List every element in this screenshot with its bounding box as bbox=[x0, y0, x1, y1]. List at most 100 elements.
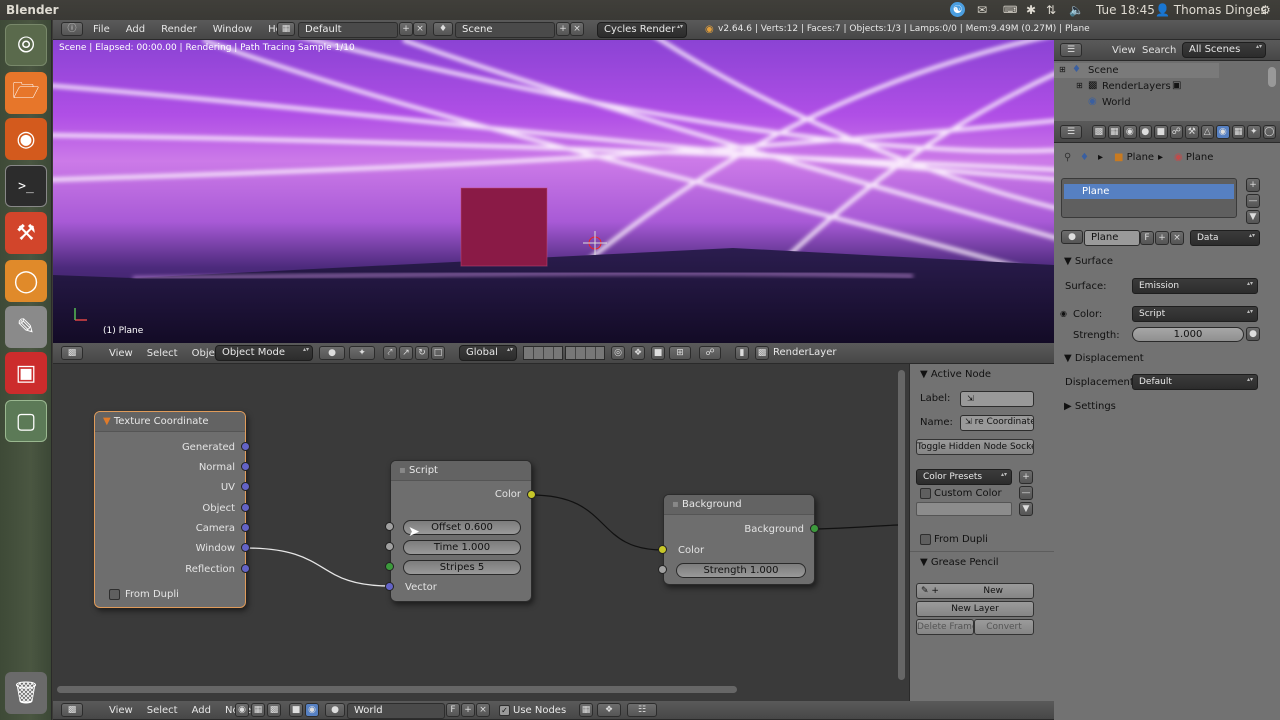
offset-slider[interactable]: Offset 0.600 bbox=[403, 520, 521, 535]
workspace-switcher-icon[interactable]: ▢ bbox=[5, 400, 47, 442]
new-grease-button[interactable]: ✎ + New bbox=[916, 583, 1034, 599]
background-node-header[interactable]: ▪ Background bbox=[664, 495, 814, 515]
toggle-hidden-sockets-button[interactable]: Toggle Hidden Node Sockets bbox=[916, 439, 1034, 455]
settings-icon[interactable]: ⚒ bbox=[5, 212, 47, 254]
copy-paste-icon[interactable]: ☷ bbox=[627, 703, 657, 717]
surface-panel-header[interactable]: ▼ Surface bbox=[1064, 256, 1113, 267]
new-layer-button[interactable]: New Layer bbox=[916, 601, 1034, 617]
custom-color-swatch[interactable] bbox=[916, 502, 1012, 516]
add-material-icon[interactable]: + bbox=[1155, 231, 1169, 245]
socket-generated[interactable] bbox=[241, 442, 250, 451]
surface-shader-dropdown[interactable]: Emission bbox=[1132, 278, 1258, 294]
mail-icon[interactable]: ✉ bbox=[977, 3, 987, 17]
snap-target-icon[interactable]: ⊞ bbox=[669, 346, 691, 360]
preset-menu-icon[interactable]: ▼ bbox=[1019, 502, 1033, 516]
constraints-tab-icon[interactable]: ☍ bbox=[1169, 125, 1183, 139]
text-editor-icon[interactable]: ✎ bbox=[5, 306, 47, 348]
outliner-world[interactable]: World bbox=[1102, 97, 1131, 108]
outliner-row[interactable]: ◉ World bbox=[1054, 95, 1219, 110]
strength-field[interactable]: 1.000 bbox=[1132, 327, 1244, 342]
socket-object[interactable] bbox=[241, 503, 250, 512]
world-shader-icon[interactable]: ◉ bbox=[305, 703, 319, 717]
outliner-display-dropdown[interactable]: All Scenes bbox=[1182, 42, 1266, 58]
socket-color-in[interactable] bbox=[658, 545, 667, 554]
compositing-tree-icon[interactable]: ▦ bbox=[251, 703, 265, 717]
socket-time-in[interactable] bbox=[385, 542, 394, 551]
user-menu[interactable]: 👤 Thomas Dinges bbox=[1155, 3, 1267, 17]
snap-node-icon[interactable]: ❖ bbox=[597, 703, 621, 717]
material-fake-user-button[interactable]: F bbox=[1140, 231, 1154, 245]
menu-add[interactable]: Add bbox=[126, 24, 145, 35]
from-dupli-checkbox[interactable] bbox=[109, 589, 120, 600]
pivot-point-icon[interactable]: ✦ bbox=[349, 346, 375, 360]
outliner-scrollbar[interactable] bbox=[1268, 67, 1276, 87]
from-dupli-panel-checkbox[interactable] bbox=[920, 534, 931, 545]
vertical-scrollbar[interactable] bbox=[898, 370, 905, 680]
displacement-dropdown[interactable]: Default bbox=[1132, 374, 1258, 390]
render-layer-icon[interactable]: ▩ bbox=[755, 346, 769, 360]
horizontal-scrollbar[interactable] bbox=[57, 686, 737, 693]
snap-icon[interactable]: ❖ bbox=[631, 346, 645, 360]
physics-tab-icon[interactable]: ◯ bbox=[1262, 125, 1276, 139]
bluetooth-icon[interactable]: ✱ bbox=[1026, 3, 1036, 17]
remove-screen-icon[interactable]: × bbox=[413, 22, 427, 36]
remove-material-slot-icon[interactable]: — bbox=[1246, 194, 1260, 208]
menu-add[interactable]: Add bbox=[192, 705, 211, 716]
expand-icon[interactable]: ⊞ bbox=[1076, 81, 1083, 90]
translate-icon[interactable]: ↗ bbox=[399, 346, 413, 360]
name-input[interactable]: ⇲ re Coordinate bbox=[960, 415, 1034, 431]
socket-strength-in[interactable] bbox=[658, 565, 667, 574]
socket-offset-in[interactable] bbox=[385, 522, 394, 531]
script-node-header[interactable]: ▪ Script bbox=[391, 461, 531, 481]
socket-script-color-out[interactable] bbox=[527, 490, 536, 499]
scene-layers-grid[interactable] bbox=[523, 346, 563, 360]
material-tab-icon[interactable]: ◉ bbox=[1216, 125, 1230, 139]
convert-button[interactable]: Convert bbox=[974, 619, 1034, 635]
outliner-row[interactable]: ⊞ ▩ RenderLayers ▣ bbox=[1054, 79, 1219, 94]
viewport-shading-icon[interactable]: ● bbox=[319, 346, 345, 360]
delete-frame-button[interactable]: Delete Frame bbox=[916, 619, 974, 635]
menu-view[interactable]: View bbox=[109, 348, 133, 359]
scene-icon[interactable]: ♦ bbox=[433, 22, 453, 36]
render-engine-dropdown[interactable]: Cycles Render bbox=[597, 22, 687, 38]
active-node-header[interactable]: ▼ Active Node bbox=[920, 369, 991, 380]
displacement-panel-header[interactable]: ▼ Displacement bbox=[1064, 353, 1144, 364]
volume-icon[interactable]: 🔈 bbox=[1069, 3, 1084, 17]
object-shader-icon[interactable]: ■ bbox=[289, 703, 303, 717]
add-material-slot-icon[interactable]: + bbox=[1246, 178, 1260, 192]
custom-color-checkbox[interactable] bbox=[920, 488, 931, 499]
menu-select[interactable]: Select bbox=[147, 348, 178, 359]
socket-stripes-in[interactable] bbox=[385, 562, 394, 571]
stripes-slider[interactable]: Stripes 5 bbox=[403, 560, 521, 575]
scene-tab-icon[interactable]: ◉ bbox=[1123, 125, 1137, 139]
texture-tab-icon[interactable]: ▦ bbox=[1231, 125, 1245, 139]
breadcrumb-object[interactable]: ■ Plane bbox=[1114, 152, 1154, 163]
menu-file[interactable]: File bbox=[93, 24, 110, 35]
menu-window[interactable]: Window bbox=[213, 24, 252, 35]
color-presets-dropdown[interactable]: Color Presets bbox=[916, 469, 1012, 485]
firefox-icon[interactable]: ◉ bbox=[5, 118, 47, 160]
manipulator-toggle-icon[interactable]: ⤤ bbox=[383, 346, 397, 360]
network-icon[interactable]: ⇅ bbox=[1046, 3, 1056, 17]
outliner-renderlayers[interactable]: RenderLayers bbox=[1102, 81, 1171, 92]
remove-preset-icon[interactable]: — bbox=[1019, 486, 1033, 500]
render-layer-label[interactable]: RenderLayer bbox=[773, 347, 836, 358]
material-slot-selected[interactable]: Plane bbox=[1064, 184, 1234, 199]
add-preset-icon[interactable]: + bbox=[1019, 470, 1033, 484]
collapse-arrow-icon[interactable]: ▼ bbox=[103, 416, 111, 427]
menu-view[interactable]: View bbox=[109, 705, 133, 716]
trash-icon[interactable]: 🗑 bbox=[5, 672, 47, 714]
settings-panel-header[interactable]: ▶ Settings bbox=[1064, 401, 1116, 412]
scale-icon[interactable]: □ bbox=[431, 346, 445, 360]
grease-pencil-header[interactable]: ▼ Grease Pencil bbox=[920, 557, 999, 568]
texture-coordinate-node[interactable]: ▼ Texture Coordinate Generated Normal UV… bbox=[94, 411, 246, 608]
outliner-editor-type-icon[interactable]: ☰ bbox=[1060, 43, 1082, 57]
breadcrumb-material[interactable]: ◉ Plane bbox=[1174, 152, 1213, 163]
socket-normal[interactable] bbox=[241, 462, 250, 471]
color-input-dropdown[interactable]: Script bbox=[1132, 306, 1258, 322]
color-link-icon[interactable]: ◉ bbox=[1060, 309, 1067, 318]
rotate-icon[interactable]: ↻ bbox=[415, 346, 429, 360]
time-slider[interactable]: Time 1.000 bbox=[403, 540, 521, 555]
world-field[interactable]: World bbox=[347, 703, 445, 719]
world-browse-icon[interactable]: ● bbox=[325, 703, 345, 717]
